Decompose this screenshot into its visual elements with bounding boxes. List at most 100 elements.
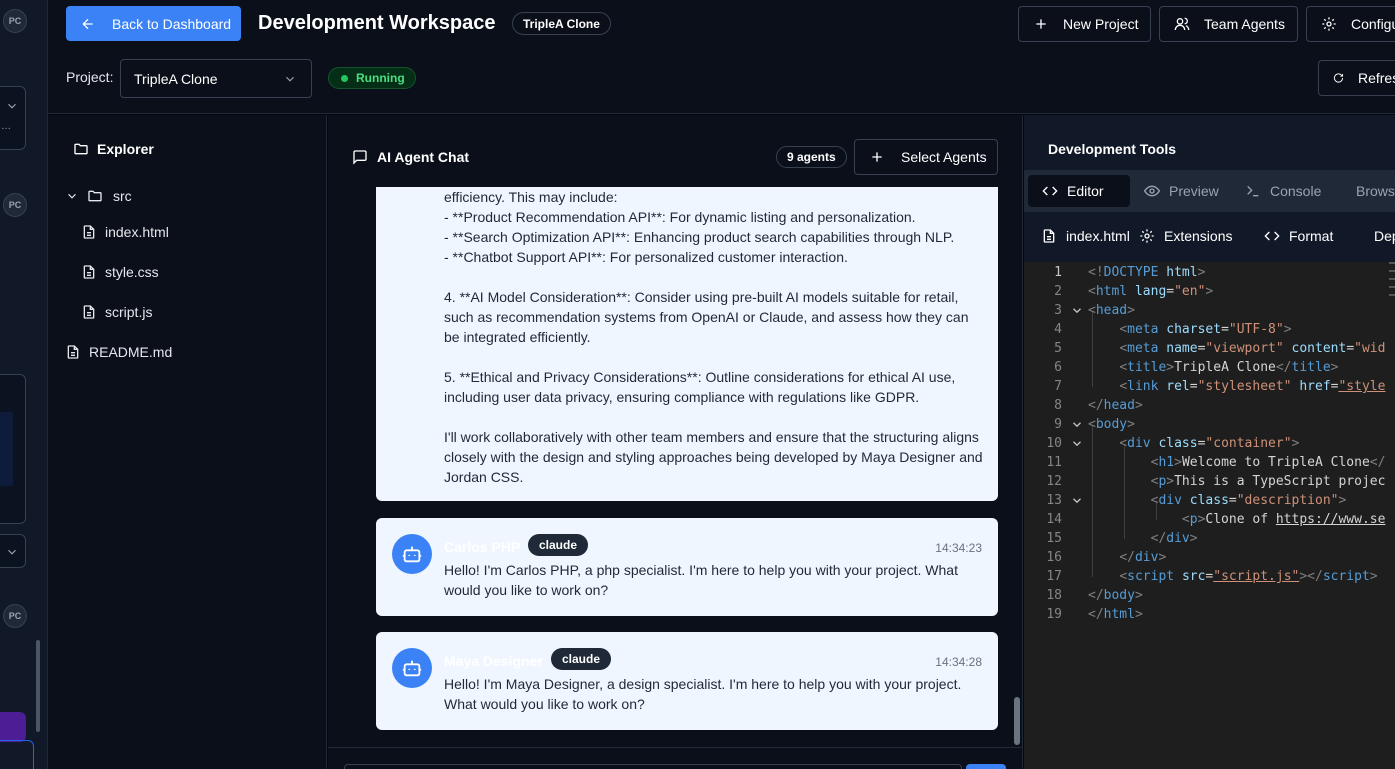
chevron-down-icon[interactable] [1070, 491, 1084, 510]
configure-button[interactable]: Configure [1306, 6, 1395, 42]
current-file[interactable]: index.html [1041, 228, 1130, 244]
avatar[interactable]: PC [3, 9, 27, 33]
file-item[interactable]: README.md [65, 344, 172, 360]
arrow-left-icon [82, 18, 93, 29]
project-card[interactable] [0, 534, 26, 568]
chevron-down-icon[interactable] [1070, 301, 1084, 320]
tab-label: Browser [1356, 183, 1395, 199]
file-explorer: Explorer src index.html style.css script… [48, 115, 327, 769]
chevron-down-icon [68, 193, 76, 199]
chat-title-label: AI Agent Chat [377, 149, 470, 165]
workspace-header: Back to Dashboard Development Workspace … [48, 0, 1395, 114]
avatar [392, 534, 432, 574]
file-item[interactable]: style.css [81, 264, 159, 280]
refresh-label: Refresh [1357, 70, 1395, 86]
rail-item[interactable] [0, 740, 34, 769]
page-title: Development Workspace [258, 12, 496, 34]
refresh-button[interactable]: Refresh [1318, 60, 1395, 96]
chat-input[interactable] [344, 764, 962, 769]
explorer-label: Explorer [97, 141, 154, 157]
folder-icon [74, 143, 88, 155]
chat-message: Carlos PHP claude 14:34:23 Hello! I'm Ca… [376, 518, 998, 616]
folder-label: src [113, 188, 132, 204]
file-icon [1043, 229, 1055, 243]
new-project-button[interactable]: New Project [1018, 6, 1151, 42]
tab-label: Editor [1067, 183, 1104, 199]
select-agents-button[interactable]: Select Agents [854, 139, 998, 175]
status-badge: Running [328, 67, 416, 89]
tab-preview[interactable]: Preview [1130, 175, 1219, 207]
code-line: 15 </div> [1046, 531, 1198, 546]
code-icon [1264, 231, 1280, 241]
chat-message: efficiency. This may include: - **Produc… [376, 187, 998, 501]
editor-toolbar: index.html Extensions Format Deploy [1024, 218, 1395, 258]
code-editor[interactable]: 1 <!DOCTYPE html> 2 <html lang="en"> 3 <hea… [1024, 262, 1395, 769]
avatar[interactable]: PC [3, 193, 27, 217]
file-label: style.css [105, 264, 159, 280]
code-line: 4 <meta charset="UTF-8"> [1054, 322, 1292, 337]
development-tools-panel: Development Tools Editor Preview Console… [1024, 115, 1395, 769]
bot-icon [402, 660, 422, 677]
code-line: 2 <html lang="en"> [1054, 284, 1214, 299]
app-root: PC … PC PC Back to Dashboard Development… [0, 0, 1395, 769]
tab-browser[interactable]: Browser [1333, 175, 1395, 207]
agent-chat-panel: AI Agent Chat 9 agents Select Agents eff… [328, 115, 1023, 769]
message-list[interactable]: efficiency. This may include: - **Produc… [328, 187, 1023, 747]
code-line: 12 <p>This is a TypeScript projec [1046, 474, 1386, 489]
message-timestamp: 14:34:23 [935, 541, 982, 555]
chat-title: AI Agent Chat [352, 149, 469, 165]
chat-scrollbar[interactable] [1014, 697, 1020, 745]
bot-icon [402, 546, 422, 563]
deploy-label: Deploy [1374, 228, 1395, 244]
send-button[interactable] [966, 764, 1006, 769]
back-label: Back to Dashboard [112, 15, 232, 32]
extensions-button[interactable]: Extensions [1139, 228, 1232, 244]
deploy-button[interactable]: Deploy [1365, 228, 1395, 244]
tab-console[interactable]: Console [1231, 175, 1321, 207]
code-line: 16 </div> [1046, 550, 1167, 565]
code-line: 11 <h1>Welcome to TripleA Clone</ [1046, 455, 1386, 470]
folder-src[interactable]: src [65, 188, 132, 204]
avatar[interactable]: PC [3, 604, 27, 628]
explorer-title: Explorer [73, 141, 154, 157]
file-label: index.html [105, 224, 169, 240]
new-project-label: New Project [1063, 16, 1139, 32]
avatar [392, 648, 432, 688]
tab-label: Console [1270, 183, 1322, 199]
code-line: 19 </html> [1046, 607, 1143, 622]
message-square-icon [353, 150, 367, 165]
status-text: Running [356, 71, 405, 85]
code-line: 17 <script src="script.js"></script> [1046, 569, 1378, 584]
format-button[interactable]: Format [1264, 228, 1333, 244]
chevron-down-icon [8, 103, 16, 109]
team-agents-button[interactable]: Team Agents [1159, 6, 1298, 42]
message-text: efficiency. This may include: - **Produc… [444, 189, 983, 485]
chevron-down-icon [286, 76, 294, 82]
file-icon [67, 345, 79, 359]
format-label: Format [1289, 228, 1334, 244]
model-badge: claude [551, 648, 612, 670]
file-item[interactable]: index.html [81, 224, 169, 240]
file-item[interactable]: script.js [81, 304, 152, 320]
tab-editor[interactable]: Editor [1028, 175, 1130, 207]
code-line: 13 <div class="description"> [1046, 491, 1347, 510]
eye-icon [1144, 185, 1160, 197]
rail-item[interactable] [0, 712, 26, 742]
users-icon [1174, 17, 1190, 31]
chevron-down-icon[interactable] [1070, 415, 1084, 434]
agent-name: Carlos PHP [444, 539, 521, 555]
project-card[interactable]: … [0, 86, 26, 150]
project-select[interactable]: TripleA Clone [120, 59, 312, 98]
plus-icon [1036, 19, 1046, 29]
tab-label: Preview [1169, 183, 1219, 199]
chevron-down-icon [8, 549, 16, 555]
chat-message: Maya Designer claude 14:34:28 Hello! I'm… [376, 632, 998, 730]
project-select-value: TripleA Clone [134, 70, 218, 87]
code-line: 10 <div class="container"> [1046, 434, 1300, 453]
chevron-down-icon[interactable] [1070, 434, 1084, 453]
rail-scrollbar[interactable] [36, 640, 40, 732]
back-to-dashboard-button[interactable]: Back to Dashboard [66, 6, 241, 41]
project-label: Project: [66, 69, 114, 85]
gear-icon [1322, 17, 1336, 31]
chat-input-bar [328, 747, 1023, 769]
